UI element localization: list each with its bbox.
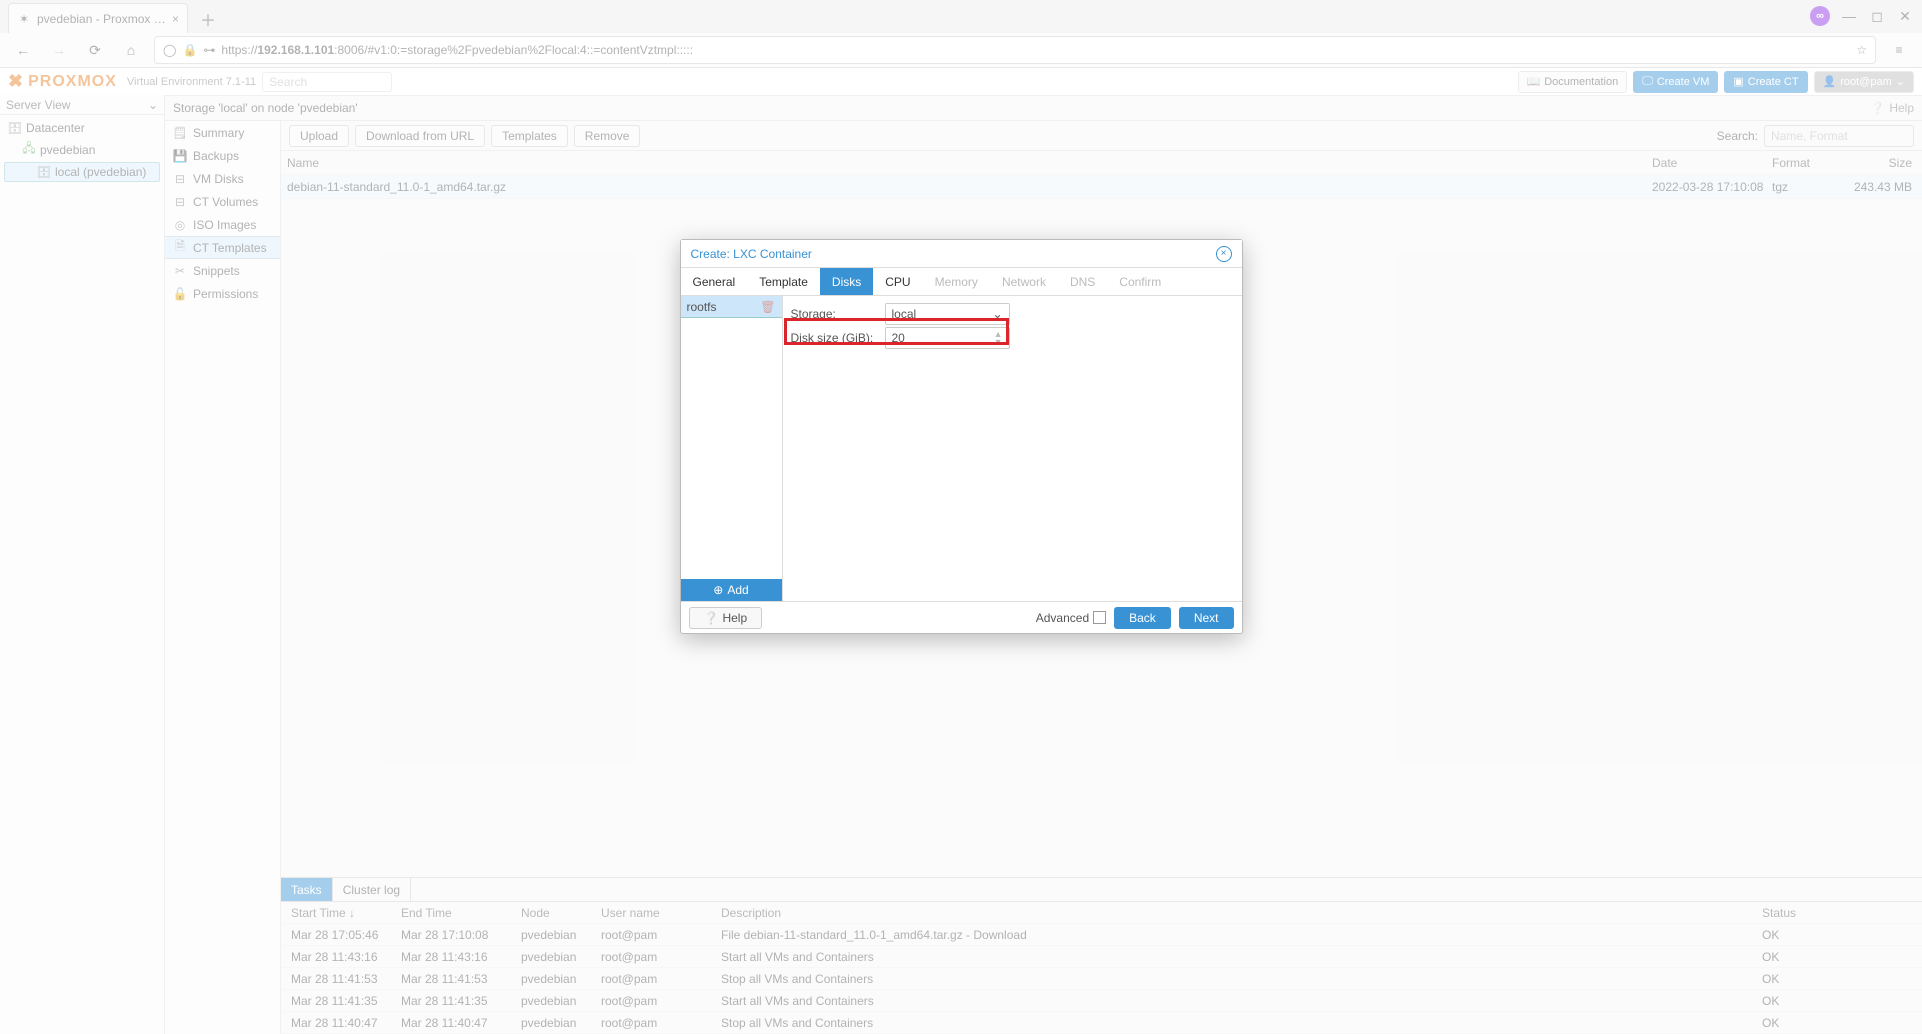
spinner-icon[interactable]: ▲▼	[994, 330, 1003, 346]
disk-size-input[interactable]: 20▲▼	[885, 327, 1010, 349]
plus-icon: ⊕	[713, 583, 723, 597]
tab-general[interactable]: General	[681, 268, 748, 295]
create-lxc-modal: Create: LXC Container × General Template…	[680, 239, 1243, 634]
tab-disks[interactable]: Disks	[820, 268, 873, 295]
storage-select[interactable]: local⌄	[885, 303, 1010, 325]
storage-label: Storage:	[789, 307, 879, 321]
tab-network[interactable]: Network	[990, 268, 1058, 295]
disk-rootfs-row[interactable]: rootfs 🗑	[681, 296, 782, 318]
back-button[interactable]: Back	[1114, 607, 1171, 629]
checkbox-icon[interactable]	[1093, 611, 1106, 624]
tab-template[interactable]: Template	[747, 268, 820, 295]
disk-list: rootfs 🗑 ⊕Add	[681, 296, 783, 601]
advanced-toggle[interactable]: Advanced	[1036, 611, 1106, 625]
modal-tabs: General Template Disks CPU Memory Networ…	[681, 268, 1242, 296]
modal-help-button[interactable]: ❔Help	[689, 607, 763, 629]
next-button[interactable]: Next	[1179, 607, 1234, 629]
trash-icon[interactable]: 🗑	[760, 300, 775, 314]
chevron-down-icon: ⌄	[992, 307, 1002, 321]
tab-memory[interactable]: Memory	[923, 268, 990, 295]
disk-size-label: Disk size (GiB):	[789, 331, 879, 345]
tab-dns[interactable]: DNS	[1058, 268, 1107, 295]
modal-title: Create: LXC Container	[691, 247, 812, 261]
help-icon: ❔	[704, 611, 719, 625]
modal-close-button[interactable]: ×	[1216, 246, 1232, 262]
tab-confirm[interactable]: Confirm	[1107, 268, 1173, 295]
tab-cpu[interactable]: CPU	[873, 268, 922, 295]
add-disk-button[interactable]: ⊕Add	[681, 579, 782, 601]
